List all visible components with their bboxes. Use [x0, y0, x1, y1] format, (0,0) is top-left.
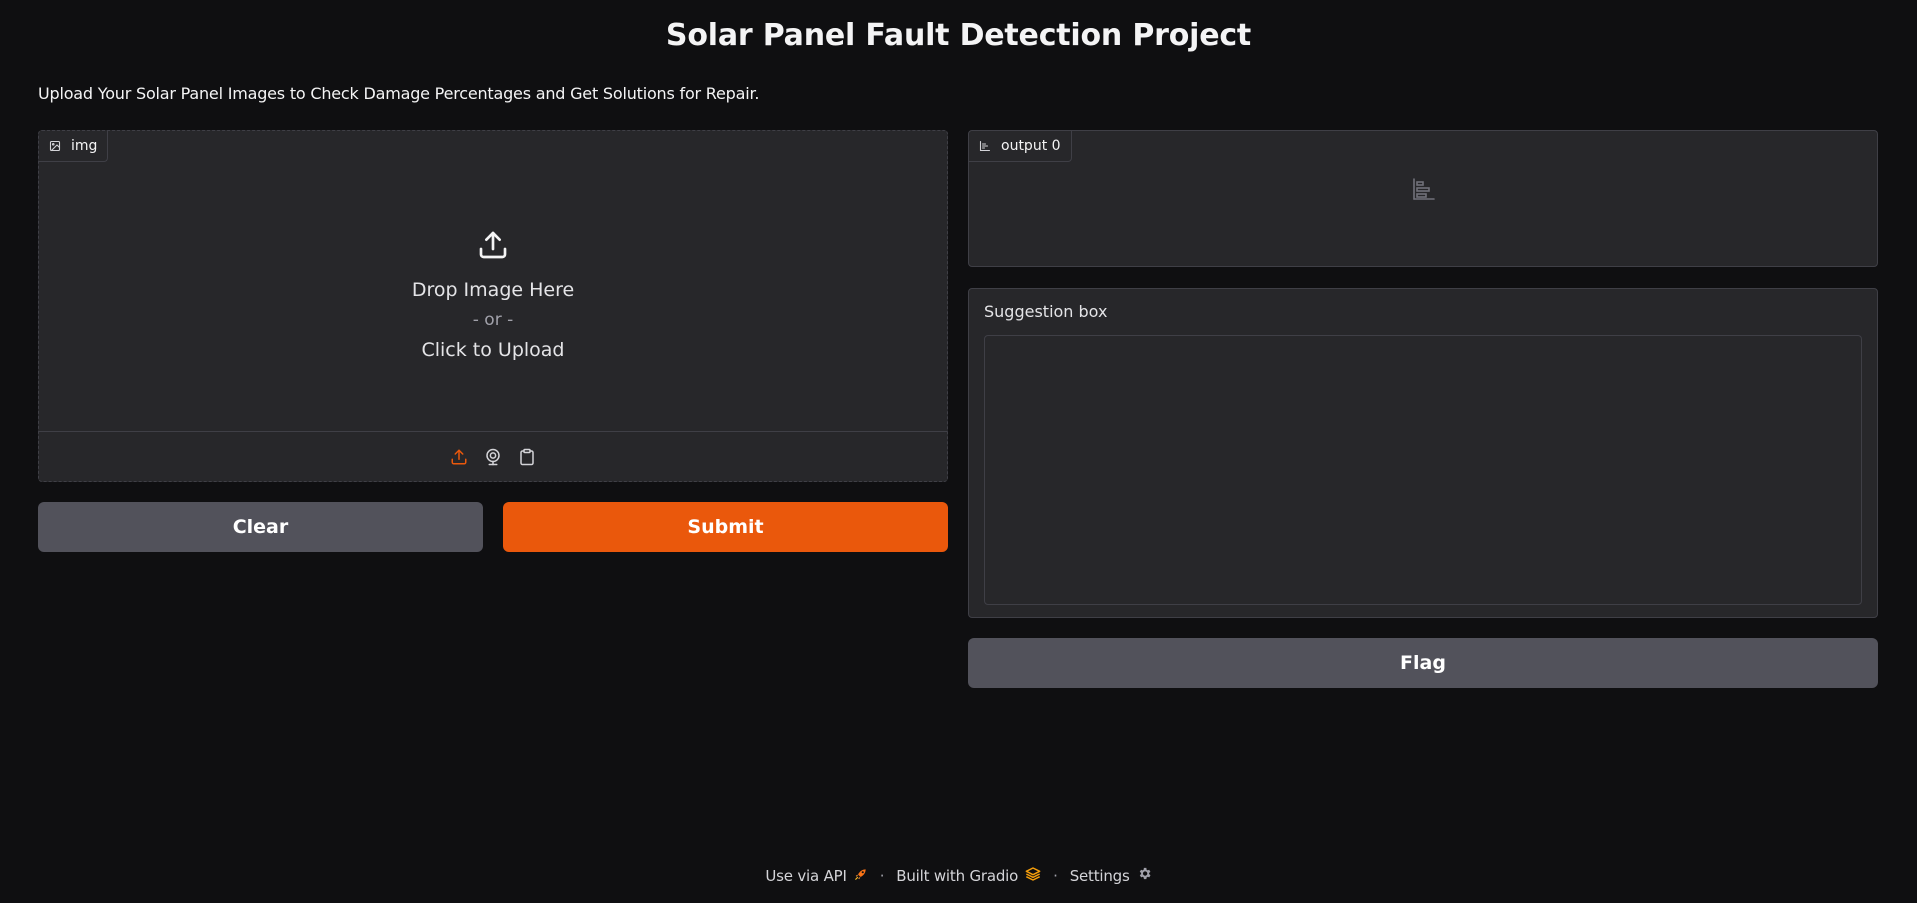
clipboard-icon[interactable] [516, 446, 538, 468]
webcam-icon[interactable] [482, 446, 504, 468]
bar-chart-icon [979, 140, 991, 152]
built-with-gradio-label: Built with Gradio [896, 866, 1019, 885]
upload-source-icon[interactable] [448, 446, 470, 468]
image-upload-block: img Drop Image Here - or - Click to Uplo… [38, 130, 948, 482]
page-title: Solar Panel Fault Detection Project [665, 18, 1252, 53]
or-text: - or - [472, 310, 514, 330]
upload-icon [477, 229, 509, 265]
suggestion-box-label: Suggestion box [984, 302, 1108, 321]
plot-block-label: output 0 [969, 131, 1072, 162]
use-via-api-link[interactable]: Use via API [765, 867, 867, 885]
image-source-selector [39, 431, 947, 481]
suggestion-block: Suggestion box [968, 288, 1878, 618]
use-via-api-label: Use via API [765, 866, 847, 885]
settings-label: Settings [1069, 866, 1130, 885]
footer-separator: · [1053, 866, 1058, 885]
flag-button[interactable]: Flag [968, 638, 1878, 688]
built-with-gradio-link[interactable]: Built with Gradio [896, 867, 1041, 885]
gear-icon [1137, 866, 1152, 885]
gradio-logo-icon [1025, 866, 1041, 885]
app-root: Solar Panel Fault Detection Project Uplo… [0, 0, 1917, 903]
image-icon [49, 140, 61, 152]
submit-button[interactable]: Submit [503, 502, 948, 552]
footer: Use via API · Built with Gradio · Settin… [0, 866, 1917, 885]
image-block-label-text: img [71, 138, 98, 154]
suggestion-textarea[interactable] [984, 335, 1862, 605]
rocket-icon [854, 867, 868, 885]
image-block-label: img [39, 131, 109, 162]
plot-placeholder-icon [1411, 177, 1435, 205]
footer-separator: · [879, 866, 885, 885]
plot-output-block: output 0 [968, 130, 1878, 267]
page-description: Upload Your Solar Panel Images to Check … [38, 84, 760, 103]
image-drop-zone[interactable]: Drop Image Here - or - Click to Upload [39, 162, 947, 432]
drop-image-text: Drop Image Here [411, 279, 575, 301]
clear-button[interactable]: Clear [38, 502, 483, 552]
plot-block-label-text: output 0 [1001, 138, 1061, 154]
click-to-upload-text: Click to Upload [421, 339, 565, 361]
plot-empty-state [969, 171, 1877, 211]
settings-link[interactable]: Settings [1070, 866, 1152, 885]
